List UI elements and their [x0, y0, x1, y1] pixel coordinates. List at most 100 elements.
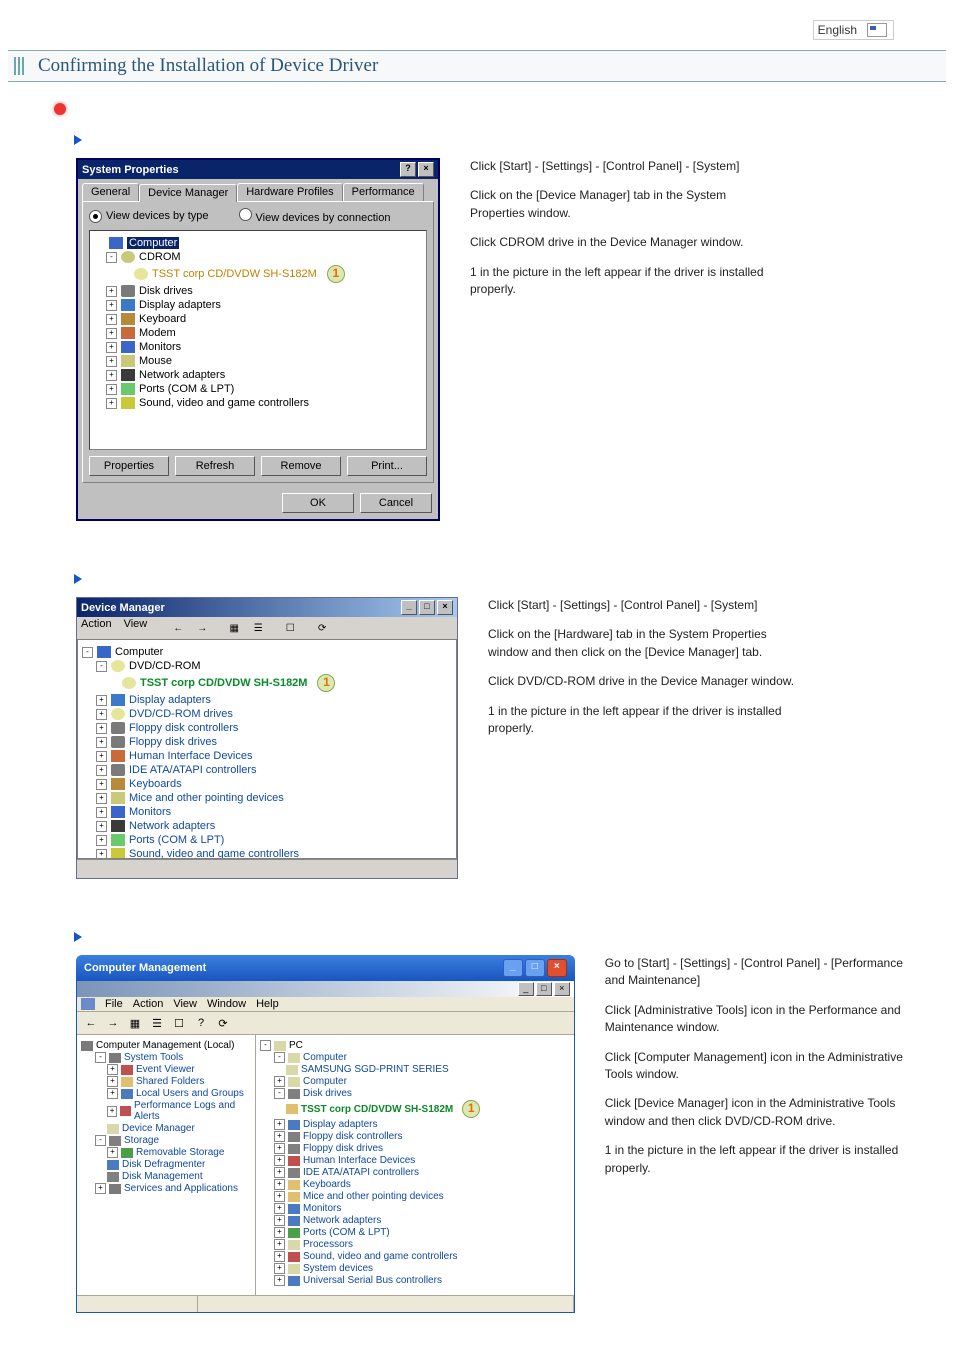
left-users[interactable]: Local Users and Groups: [136, 1088, 244, 1099]
node-display[interactable]: Display adapters: [129, 694, 211, 706]
expand-icon[interactable]: +: [274, 1131, 285, 1142]
tab-performance[interactable]: Performance: [343, 183, 424, 201]
node-monitors[interactable]: Monitors: [129, 806, 171, 818]
right-display[interactable]: Display adapters: [303, 1119, 377, 1130]
ok-button[interactable]: OK: [282, 493, 354, 513]
cancel-button[interactable]: Cancel: [360, 493, 432, 513]
node-dvd[interactable]: DVD/CD-ROM: [129, 660, 201, 672]
tab-general[interactable]: General: [82, 183, 139, 201]
scan-icon[interactable]: ⟳: [213, 1014, 233, 1032]
menu-action[interactable]: Action: [133, 998, 164, 1010]
collapse-icon[interactable]: -: [274, 1052, 285, 1063]
collapse-icon[interactable]: -: [82, 647, 93, 658]
device-tree[interactable]: Computer -CDROM TSST corp CD/DVDW SH-S18…: [89, 230, 427, 450]
collapse-icon[interactable]: -: [95, 1135, 106, 1146]
right-mice[interactable]: Mice and other pointing devices: [303, 1191, 444, 1202]
node-cdrom[interactable]: CDROM: [139, 251, 181, 263]
expand-icon[interactable]: +: [96, 793, 107, 804]
expand-icon[interactable]: +: [107, 1076, 118, 1087]
menu-file[interactable]: File: [105, 998, 123, 1010]
expand-icon[interactable]: +: [274, 1119, 285, 1130]
expand-icon[interactable]: +: [274, 1167, 285, 1178]
properties-icon[interactable]: ☐: [169, 1014, 189, 1032]
expand-icon[interactable]: +: [274, 1227, 285, 1238]
tab-hardware-profiles[interactable]: Hardware Profiles: [237, 183, 342, 201]
forward-button[interactable]: →: [103, 1014, 123, 1032]
right-monitors[interactable]: Monitors: [303, 1203, 341, 1214]
collapse-icon[interactable]: -: [260, 1040, 271, 1051]
expand-icon[interactable]: +: [96, 821, 107, 832]
node-mice[interactable]: Mice and other pointing devices: [129, 792, 284, 804]
menu-view[interactable]: View: [124, 618, 148, 638]
expand-icon[interactable]: +: [96, 849, 107, 860]
expand-icon[interactable]: +: [107, 1106, 117, 1117]
left-removable[interactable]: Removable Storage: [136, 1147, 224, 1158]
minimize-button[interactable]: _: [503, 959, 523, 977]
language-selector[interactable]: English: [813, 20, 894, 40]
device-tree[interactable]: -Computer -DVD/CD-ROM TSST corp CD/DVDW …: [77, 639, 457, 859]
left-devmgr[interactable]: Device Manager: [122, 1123, 195, 1134]
expand-icon[interactable]: +: [274, 1239, 285, 1250]
node-hid[interactable]: Human Interface Devices: [129, 750, 253, 762]
left-storage[interactable]: Storage: [124, 1135, 159, 1146]
expand-icon[interactable]: +: [274, 1251, 285, 1262]
expand-icon[interactable]: +: [106, 356, 117, 367]
expand-icon[interactable]: +: [106, 370, 117, 381]
tab-device-manager[interactable]: Device Manager: [139, 184, 237, 202]
node-keyboard[interactable]: Keyboard: [139, 313, 186, 325]
toolbar-icon[interactable]: ☰: [147, 1014, 167, 1032]
mdi-close-icon[interactable]: ×: [554, 982, 570, 996]
right-computer-item[interactable]: SAMSUNG SGD-PRINT SERIES: [301, 1064, 449, 1075]
expand-icon[interactable]: +: [274, 1179, 285, 1190]
right-hid[interactable]: Human Interface Devices: [303, 1155, 415, 1166]
collapse-icon[interactable]: -: [95, 1052, 106, 1063]
collapse-icon[interactable]: -: [106, 252, 117, 263]
right-ports[interactable]: Ports (COM & LPT): [303, 1227, 390, 1238]
menu-window[interactable]: Window: [207, 998, 246, 1010]
properties-icon[interactable]: ☐: [279, 618, 301, 638]
right-drive[interactable]: TSST corp CD/DVDW SH-S182M: [301, 1104, 453, 1115]
remove-button[interactable]: Remove: [261, 456, 341, 476]
left-root[interactable]: Computer Management (Local): [96, 1040, 234, 1051]
node-disk-drives[interactable]: Disk drives: [139, 285, 193, 297]
left-diskmgmt[interactable]: Disk Management: [122, 1171, 203, 1182]
right-processors[interactable]: Processors: [303, 1239, 353, 1250]
radio-view-by-type[interactable]: View devices by type: [89, 210, 209, 223]
expand-icon[interactable]: +: [107, 1088, 118, 1099]
right-ide[interactable]: IDE ATA/ATAPI controllers: [303, 1167, 419, 1178]
expand-icon[interactable]: +: [95, 1183, 106, 1194]
expand-icon[interactable]: +: [106, 286, 117, 297]
left-perf[interactable]: Performance Logs and Alerts: [134, 1100, 251, 1122]
menu-help[interactable]: Help: [256, 998, 279, 1010]
expand-icon[interactable]: +: [106, 398, 117, 409]
expand-icon[interactable]: +: [96, 835, 107, 846]
node-floppy[interactable]: Floppy disk drives: [129, 736, 217, 748]
node-network[interactable]: Network adapters: [139, 369, 225, 381]
right-floppyctrl[interactable]: Floppy disk controllers: [303, 1131, 402, 1142]
toolbar-icon[interactable]: ▦: [223, 618, 245, 638]
left-shared[interactable]: Shared Folders: [136, 1076, 204, 1087]
right-usb[interactable]: Universal Serial Bus controllers: [303, 1275, 442, 1286]
toolbar-icon[interactable]: ▦: [125, 1014, 145, 1032]
expand-icon[interactable]: +: [274, 1215, 285, 1226]
right-floppy[interactable]: Floppy disk drives: [303, 1143, 383, 1154]
menu-view[interactable]: View: [173, 998, 197, 1010]
back-button[interactable]: ←: [167, 618, 189, 638]
minimize-button[interactable]: _: [401, 600, 417, 615]
expand-icon[interactable]: +: [96, 723, 107, 734]
expand-icon[interactable]: +: [107, 1064, 118, 1075]
maximize-button[interactable]: □: [525, 959, 545, 977]
right-tree[interactable]: -PC -Computer SAMSUNG SGD-PRINT SERIES +…: [256, 1035, 574, 1295]
expand-icon[interactable]: +: [96, 765, 107, 776]
close-button[interactable]: ×: [418, 162, 434, 177]
node-dvdrom[interactable]: DVD/CD-ROM drives: [129, 708, 233, 720]
toolbar-icon[interactable]: ☰: [247, 618, 269, 638]
node-root[interactable]: Computer: [115, 646, 163, 658]
right-diskdrv[interactable]: Disk drives: [303, 1088, 352, 1099]
node-sound[interactable]: Sound, video and game controllers: [129, 848, 299, 859]
left-defrag[interactable]: Disk Defragmenter: [122, 1159, 205, 1170]
expand-icon[interactable]: +: [96, 807, 107, 818]
radio-view-by-connection[interactable]: View devices by connection: [239, 208, 391, 224]
expand-icon[interactable]: +: [274, 1275, 285, 1286]
expand-icon[interactable]: +: [107, 1147, 118, 1158]
